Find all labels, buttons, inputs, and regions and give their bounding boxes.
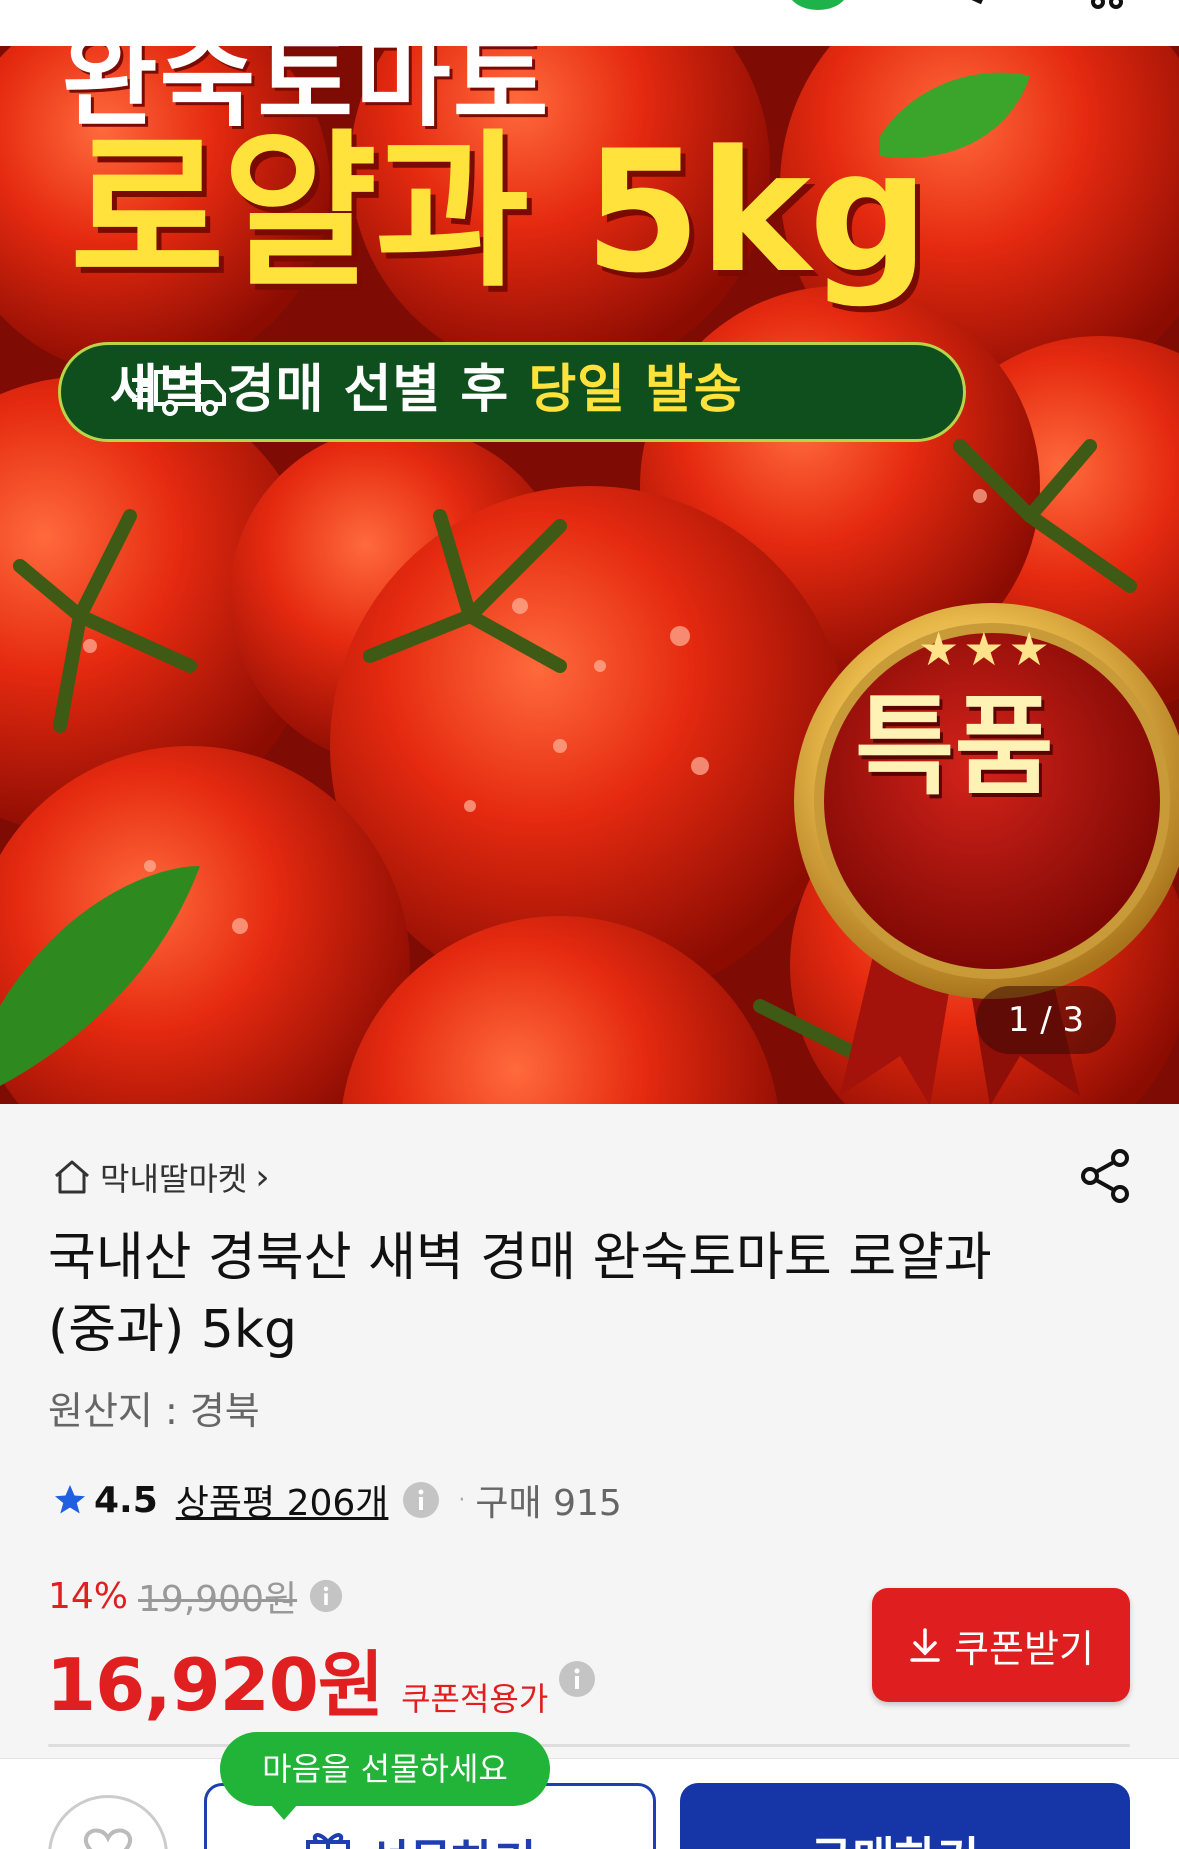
top-bar (0, 0, 1179, 46)
notification-dot (788, 0, 848, 10)
cart-icon[interactable] (1088, 0, 1128, 12)
badge-stars: ★★★ (918, 622, 1054, 676)
product-image-carousel[interactable]: 완숙토마토 로얄과 5kg 새벽 경매 선별 후 당일 발송 ★★★ 특품 1 … (0, 46, 1179, 1104)
original-price: 19,900원 (138, 1579, 298, 1620)
store-name: 막내딸마켓 (100, 1160, 248, 1198)
rating-row: 4.5 상품평 206개 · 구매 915 (52, 1474, 622, 1526)
buy-button[interactable]: 구매하기 (680, 1783, 1130, 1849)
gift-icon (306, 1833, 350, 1849)
info-icon[interactable] (309, 1579, 343, 1613)
separator-dot: · (458, 1487, 466, 1513)
truck-icon (132, 370, 226, 416)
image-counter: 1 / 3 (976, 986, 1116, 1054)
heart-icon (83, 1828, 133, 1849)
store-link[interactable]: 막내딸마켓 › (52, 1154, 270, 1200)
product-title: 국내산 경북산 새벽 경매 완숙토마토 로얄과(중과) 5kg (48, 1228, 992, 1360)
chevron-right-icon: › (255, 1156, 270, 1198)
share-icon[interactable] (1078, 1148, 1134, 1204)
home-icon (55, 1160, 89, 1194)
coupon-price-label: 쿠폰적용가 (401, 1680, 549, 1718)
search-icon[interactable] (940, 0, 1000, 12)
review-count-link[interactable]: 상품평 206개 (176, 1474, 389, 1526)
rating-score: 4.5 (94, 1479, 158, 1521)
sale-price: 16,920원 (46, 1643, 384, 1727)
discount-percent: 14% (48, 1575, 129, 1617)
discount-row: 14% 19,900원 (48, 1570, 343, 1622)
wishlist-button[interactable] (48, 1795, 168, 1849)
banner-shipping-text-yellow: 당일 발송 (528, 360, 743, 420)
premium-badge-label: 특품 (855, 685, 1054, 810)
section-divider (48, 1744, 1130, 1747)
star-icon (55, 1485, 85, 1514)
info-icon[interactable] (558, 1660, 596, 1698)
product-origin: 원산지 : 경북 (48, 1389, 260, 1433)
gift-button-label: 선물하기 (367, 1826, 536, 1849)
get-coupon-button[interactable]: 쿠폰받기 (872, 1588, 1130, 1702)
download-icon (910, 1628, 940, 1662)
banner-shipping-text: 새벽 경매 선별 후 당일 발송 (110, 364, 743, 416)
purchase-count: 구매 915 (475, 1483, 622, 1524)
gift-tooltip: 마음을 선물하세요 (220, 1732, 550, 1820)
price-row: 16,920원 쿠폰적용가 (46, 1626, 596, 1731)
info-icon[interactable] (402, 1481, 440, 1519)
get-coupon-label: 쿠폰받기 (954, 1626, 1094, 1671)
buy-button-label: 구매하기 (810, 1823, 979, 1849)
product-info: 막내딸마켓 › 국내산 경북산 새벽 경매 완숙토마토 로얄과(중과) 5kg … (0, 1104, 1179, 1849)
banner-headline-main: 로얄과 5kg (70, 114, 929, 310)
bottom-action-bar: 선물하기 구매하기 (0, 1758, 1179, 1849)
